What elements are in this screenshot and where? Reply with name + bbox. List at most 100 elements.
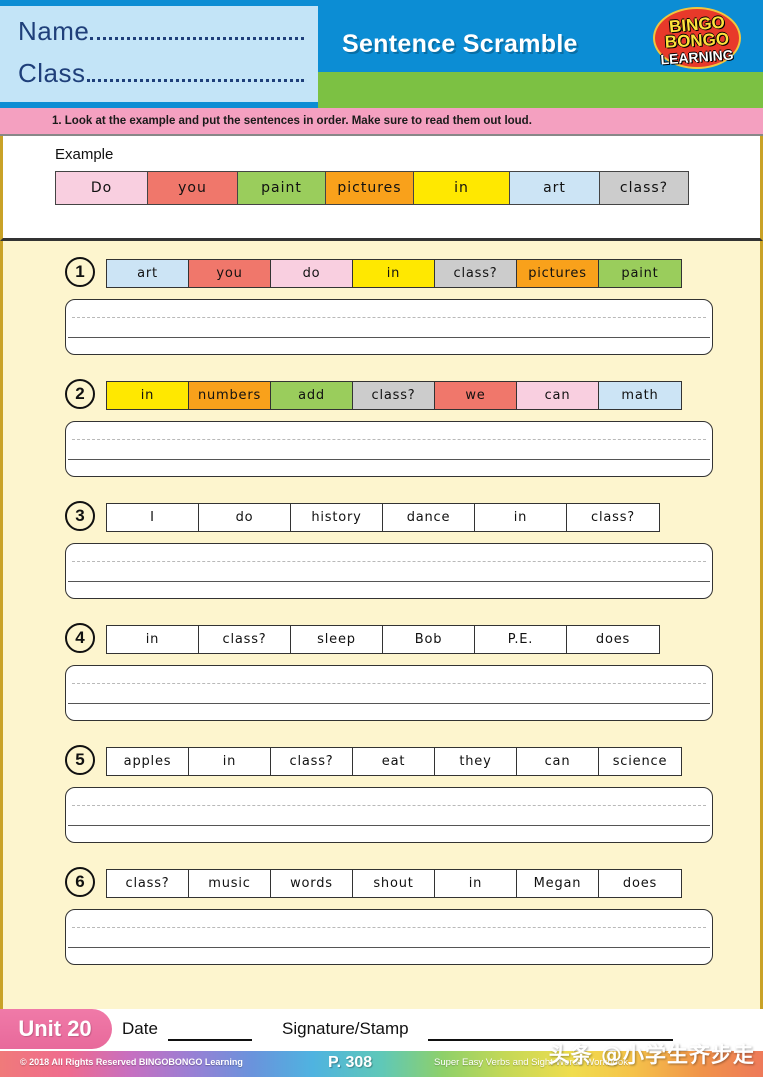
class-dotted-line[interactable]	[86, 79, 304, 82]
question-word-strip: class? music words shout in Megan does	[106, 868, 682, 898]
question-word-cell: they	[435, 747, 517, 775]
example-word-cell: in	[414, 172, 510, 204]
signature-label: Signature/Stamp	[282, 1019, 409, 1038]
question-word-strip: art you do in class? pictures paint	[106, 258, 682, 288]
name-dotted-line[interactable]	[90, 37, 304, 40]
watermark-text: 头条 @小学生齐步走	[548, 1043, 755, 1067]
example-label: Example	[55, 146, 114, 163]
question-word-cell: music	[189, 869, 271, 897]
question-number: 3	[65, 501, 95, 531]
question-block: 5 apples in class? eat they can science	[3, 743, 760, 865]
question-word-strip: in class? sleep Bob P.E. does	[106, 624, 660, 654]
question-word-cell: words	[271, 869, 353, 897]
question-word-cell: sleep	[291, 625, 383, 653]
header-green-band	[318, 72, 763, 108]
question-word-cell: pictures	[517, 259, 599, 287]
answer-dotted-guide	[72, 561, 706, 562]
unit-label: Unit 20	[18, 1016, 92, 1041]
question-word-cell: class?	[567, 503, 659, 531]
question-word-cell: science	[599, 747, 681, 775]
example-word-cell: class?	[600, 172, 688, 204]
question-word-cell: art	[107, 259, 189, 287]
page-title: Sentence Scramble	[342, 30, 578, 58]
question-word-cell: history	[291, 503, 383, 531]
question-word-cell: I	[107, 503, 199, 531]
question-number: 4	[65, 623, 95, 653]
question-word-cell: in	[353, 259, 435, 287]
instruction-text: 1. Look at the example and put the sente…	[52, 115, 532, 127]
question-block: 1 art you do in class? pictures paint	[3, 255, 760, 377]
question-block: 6 class? music words shout in Megan does	[3, 865, 760, 987]
page-footer: Unit 20 Date Signature/Stamp © 2018 All …	[0, 1009, 763, 1077]
question-word-cell: shout	[353, 869, 435, 897]
answer-dotted-guide	[72, 927, 706, 928]
answer-baseline	[68, 459, 710, 460]
question-word-cell: add	[271, 381, 353, 409]
question-word-cell: does	[567, 625, 659, 653]
question-word-cell: does	[599, 869, 681, 897]
student-info-panel: Name Class	[0, 6, 318, 102]
class-field-row[interactable]: Class	[18, 58, 304, 100]
question-word-cell: can	[517, 747, 599, 775]
question-word-cell: class?	[107, 869, 189, 897]
question-word-strip: in numbers add class? we can math	[106, 380, 682, 410]
question-word-strip: Ido history dance in class?	[106, 502, 660, 532]
footer-rainbow-bar: © 2018 All Rights Reserved BINGOBONGO Le…	[0, 1043, 763, 1077]
question-number: 6	[65, 867, 95, 897]
answer-baseline	[68, 703, 710, 704]
example-word-cell: art	[510, 172, 600, 204]
name-label: Name	[18, 16, 90, 46]
date-label: Date	[122, 1019, 158, 1038]
question-number: 5	[65, 745, 95, 775]
question-word-cell: Megan	[517, 869, 599, 897]
question-block: 4 in class? sleep Bob P.E. does	[3, 621, 760, 743]
question-word-cell: class?	[435, 259, 517, 287]
question-number: 2	[65, 379, 95, 409]
question-word-cell: you	[189, 259, 271, 287]
answer-baseline	[68, 825, 710, 826]
answer-writing-box[interactable]	[65, 421, 713, 477]
question-word-cell: in	[475, 503, 567, 531]
example-word-cell: you	[148, 172, 238, 204]
answer-writing-box[interactable]	[65, 909, 713, 965]
copyright-text: © 2018 All Rights Reserved BINGOBONGO Le…	[20, 1057, 243, 1067]
page-header: Name Class Sentence Scramble BINGO BONGO…	[0, 0, 763, 108]
example-word-cell: pictures	[326, 172, 414, 204]
name-field-row[interactable]: Name	[18, 16, 304, 58]
question-word-cell: numbers	[189, 381, 271, 409]
question-word-cell: math	[599, 381, 681, 409]
question-word-cell: class?	[271, 747, 353, 775]
questions-area: 1 art you do in class? pictures paint 2 in numbers…	[0, 241, 763, 1020]
question-block: 3 Ido history dance in class?	[3, 499, 760, 621]
date-input-line[interactable]	[168, 1039, 252, 1041]
page-number: P. 308	[328, 1054, 373, 1071]
answer-writing-box[interactable]	[65, 299, 713, 355]
example-section: Example Do you paint pictures in art class?	[0, 136, 763, 241]
answer-writing-box[interactable]	[65, 543, 713, 599]
question-word-cell: P.E.	[475, 625, 567, 653]
answer-dotted-guide	[72, 683, 706, 684]
example-word-strip: Do you paint pictures in art class?	[55, 171, 689, 205]
example-word-cell: Do	[56, 172, 148, 204]
example-word-cell: paint	[238, 172, 326, 204]
question-block: 2 in numbers add class? we can math	[3, 377, 760, 499]
answer-dotted-guide	[72, 439, 706, 440]
question-word-cell: can	[517, 381, 599, 409]
question-word-cell: in	[435, 869, 517, 897]
unit-badge: Unit 20	[0, 1009, 112, 1049]
question-word-cell: in	[107, 381, 189, 409]
question-word-cell: do	[271, 259, 353, 287]
question-word-strip: apples in class? eat they can science	[106, 746, 682, 776]
answer-writing-box[interactable]	[65, 787, 713, 843]
answer-baseline	[68, 581, 710, 582]
answer-dotted-guide	[72, 317, 706, 318]
question-word-cell: class?	[353, 381, 435, 409]
answer-writing-box[interactable]	[65, 665, 713, 721]
question-word-cell: in	[107, 625, 199, 653]
instruction-bar: 1. Look at the example and put the sente…	[0, 108, 763, 136]
answer-baseline	[68, 337, 710, 338]
answer-dotted-guide	[72, 805, 706, 806]
answer-baseline	[68, 947, 710, 948]
question-word-cell: we	[435, 381, 517, 409]
question-word-cell: class?	[199, 625, 291, 653]
